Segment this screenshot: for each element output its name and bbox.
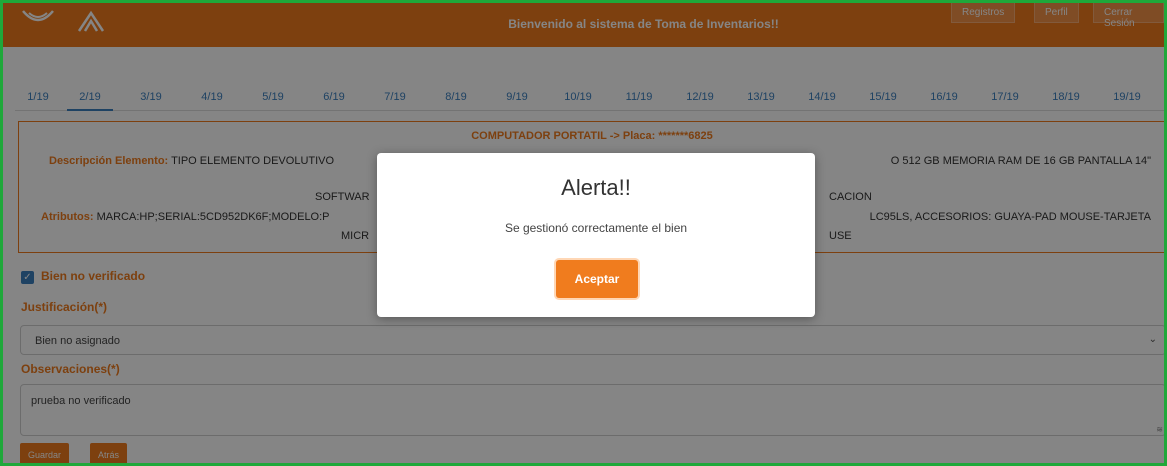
- app-frame: Bienvenido al sistema de Toma de Inventa…: [0, 0, 1167, 466]
- accept-button[interactable]: Aceptar: [556, 260, 638, 298]
- alert-dialog: Alerta!! Se gestionó correctamente el bi…: [377, 153, 815, 317]
- alert-message: Se gestionó correctamente el bien: [504, 221, 688, 235]
- alert-title: Alerta!!: [561, 175, 631, 200]
